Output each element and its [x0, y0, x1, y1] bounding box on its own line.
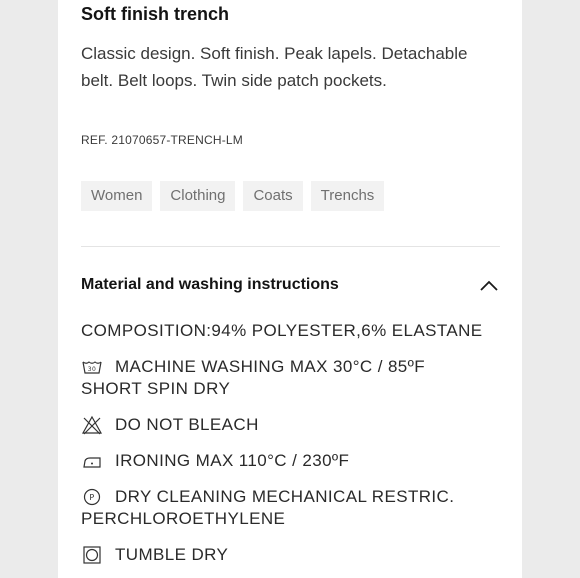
svg-text:P: P [89, 493, 94, 502]
care-text-tumble-dry: TUMBLE DRY [115, 545, 229, 564]
dry-clean-p-icon: P [83, 488, 101, 506]
care-item-tumble-dry: TUMBLE DRY [81, 544, 501, 566]
product-reference: REF. 21070657-TRENCH-LM [81, 133, 243, 147]
care-text-washing-2: SHORT SPIN DRY [81, 379, 231, 398]
product-details-panel: Soft finish trench Classic design. Soft … [58, 0, 522, 578]
care-item-washing: 30 MACHINE WASHING MAX 30°C / 85ºF SHORT… [81, 356, 501, 400]
product-title: Soft finish trench [81, 4, 229, 24]
section-divider [81, 246, 500, 247]
tag-trenchs[interactable]: Trenchs [310, 181, 385, 211]
care-text-ironing: IRONING MAX 110°C / 230ºF [115, 451, 350, 470]
tag-coats[interactable]: Coats [243, 181, 303, 211]
material-accordion-header[interactable]: Material and washing instructions [81, 270, 500, 302]
care-item-bleach: DO NOT BLEACH [81, 414, 501, 436]
tag-women[interactable]: Women [81, 181, 153, 211]
care-text-dry-cleaning-2: PERCHLOROETHYLENE [81, 509, 286, 528]
composition-text: COMPOSITION:94% POLYESTER,6% ELASTANE [81, 321, 483, 340]
care-text-dry-cleaning: DRY CLEANING MECHANICAL RESTRIC. [115, 487, 455, 506]
tumble-dry-icon [83, 546, 101, 564]
category-tags: Women Clothing Coats Trenchs [81, 181, 385, 211]
chevron-up-icon[interactable] [478, 276, 500, 296]
material-accordion-title: Material and washing instructions [81, 276, 339, 293]
svg-text:30: 30 [88, 366, 96, 373]
care-item-ironing: IRONING MAX 110°C / 230ºF [81, 450, 501, 472]
tag-clothing[interactable]: Clothing [160, 181, 236, 211]
care-text-washing: MACHINE WASHING MAX 30°C / 85ºF [115, 357, 426, 376]
wash-30-icon: 30 [82, 361, 102, 374]
care-item-dry-cleaning: P DRY CLEANING MECHANICAL RESTRIC. PERCH… [81, 486, 501, 530]
product-description: Classic design. Soft finish. Peak lapels… [81, 44, 468, 90]
do-not-bleach-icon [81, 415, 103, 435]
iron-icon [83, 457, 101, 468]
material-instructions: COMPOSITION:94% POLYESTER,6% ELASTANE 30… [81, 320, 501, 566]
care-text-bleach: DO NOT BLEACH [115, 415, 259, 434]
